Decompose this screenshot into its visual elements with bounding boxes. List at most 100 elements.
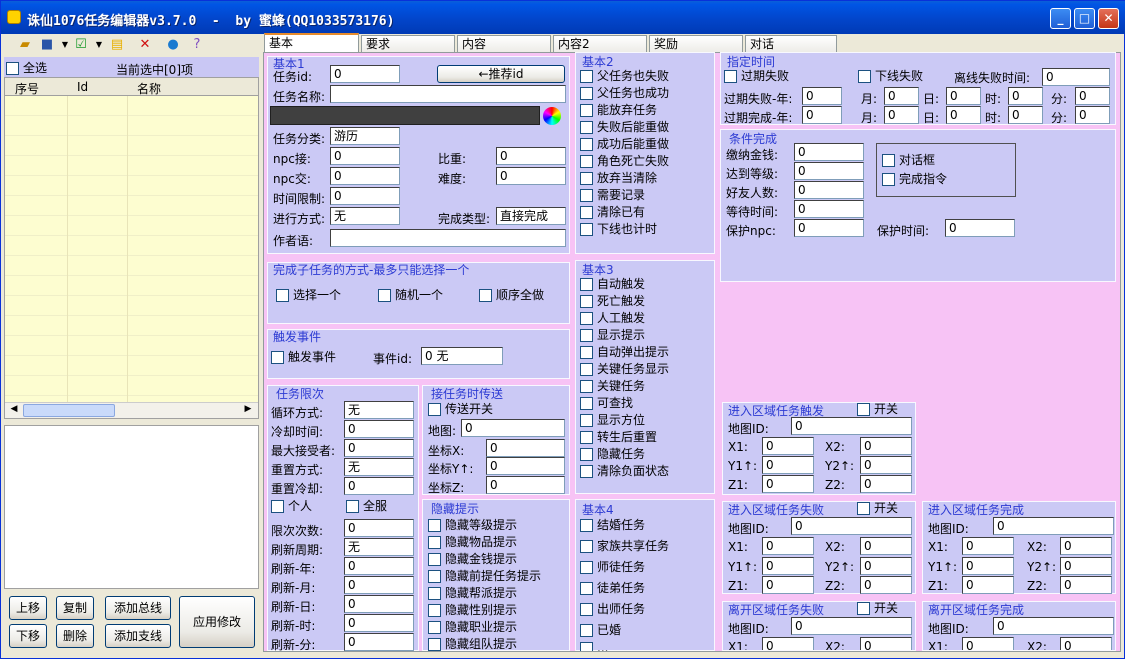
need-record-checkbox[interactable]: 需要记录 bbox=[580, 188, 645, 203]
lf-map-input[interactable]: 0 bbox=[791, 617, 912, 635]
more-checkbox[interactable]: ... bbox=[580, 641, 608, 651]
npc-turn-input[interactable]: 0 bbox=[330, 167, 400, 185]
difficulty-input[interactable]: 0 bbox=[496, 167, 566, 185]
searchable-checkbox[interactable]: 可查找 bbox=[580, 396, 633, 411]
parent-success-checkbox[interactable]: 父任务也成功 bbox=[580, 86, 669, 101]
apprentice-task-checkbox[interactable]: 徒弟任务 bbox=[580, 581, 645, 596]
scroll-left-icon[interactable]: ◀ bbox=[7, 404, 21, 417]
tab-dialog[interactable]: 对话 bbox=[745, 35, 837, 53]
hidden-task-checkbox[interactable]: 隐藏任务 bbox=[580, 447, 645, 462]
ed-z1-input[interactable]: 0 bbox=[962, 576, 1014, 594]
ed-map-input[interactable]: 0 bbox=[993, 517, 1114, 535]
et-map-input[interactable]: 0 bbox=[791, 417, 912, 435]
save-icon[interactable]: ■ bbox=[39, 37, 55, 53]
ed-x1-input[interactable]: 0 bbox=[962, 537, 1014, 555]
loop-input[interactable]: 无 bbox=[344, 401, 414, 419]
npc-recv-input[interactable]: 0 bbox=[330, 147, 400, 165]
can-abandon-checkbox[interactable]: 能放弃任务 bbox=[580, 103, 657, 118]
money-input[interactable]: 0 bbox=[794, 143, 864, 161]
tp-map-input[interactable]: 0 bbox=[461, 419, 565, 437]
col-name[interactable]: 名称 bbox=[137, 80, 161, 97]
ef-y2-input[interactable]: 0 bbox=[860, 557, 912, 575]
level-input[interactable]: 0 bbox=[794, 162, 864, 180]
minimize-button[interactable]: _ bbox=[1050, 8, 1071, 29]
marriage-task-checkbox[interactable]: 结婚任务 bbox=[580, 518, 645, 533]
ec-hour-input[interactable]: 0 bbox=[1008, 106, 1043, 124]
refresh-hour-input[interactable]: 0 bbox=[344, 614, 414, 632]
copy-button[interactable]: 复制 bbox=[56, 596, 94, 620]
tp-y-input[interactable]: 0 bbox=[486, 457, 565, 475]
offline-timing-checkbox[interactable]: 下线也计时 bbox=[580, 222, 657, 237]
refresh-day-input[interactable]: 0 bbox=[344, 595, 414, 613]
detail-box[interactable] bbox=[4, 425, 259, 589]
hide-prereq-checkbox[interactable]: 隐藏前提任务提示 bbox=[428, 569, 541, 584]
ef-day-input[interactable]: 0 bbox=[946, 87, 981, 105]
dropdown-arrow-icon[interactable]: ▼ bbox=[91, 37, 107, 53]
recommend-id-button[interactable]: ←推荐id bbox=[437, 65, 565, 83]
mode-input[interactable]: 无 bbox=[330, 207, 400, 225]
expire-fail-checkbox[interactable]: 过期失败 bbox=[724, 69, 789, 84]
task-list[interactable]: 序号 Id 名称 ◀ ▶ bbox=[4, 77, 259, 419]
protect-npc-input[interactable]: 0 bbox=[794, 219, 864, 237]
scroll-thumb[interactable] bbox=[23, 404, 115, 417]
leave-fail-toggle[interactable]: 开关 bbox=[857, 602, 898, 616]
color-picker-icon[interactable] bbox=[543, 107, 561, 125]
ef-y1-input[interactable]: 0 bbox=[762, 557, 814, 575]
et-z2-input[interactable]: 0 bbox=[860, 475, 912, 493]
hide-item-checkbox[interactable]: 隐藏物品提示 bbox=[428, 535, 517, 550]
tab-basic[interactable]: 基本 bbox=[264, 33, 359, 52]
ef-minute-input[interactable]: 0 bbox=[1075, 87, 1110, 105]
close-button[interactable]: ✕ bbox=[1098, 8, 1119, 29]
graduate-task-checkbox[interactable]: 出师任务 bbox=[580, 602, 645, 617]
subtask-choose-one[interactable]: 选择一个 bbox=[276, 288, 341, 303]
et-y2-input[interactable]: 0 bbox=[860, 456, 912, 474]
horizontal-scrollbar[interactable]: ◀ ▶ bbox=[5, 402, 258, 418]
hide-gender-checkbox[interactable]: 隐藏性别提示 bbox=[428, 603, 517, 618]
check-green-icon[interactable]: ☑ bbox=[73, 37, 89, 53]
event-id-input[interactable]: 0 无 bbox=[421, 347, 503, 365]
open-folder-icon[interactable]: ▰ bbox=[17, 37, 33, 53]
hide-money-checkbox[interactable]: 隐藏金钱提示 bbox=[428, 552, 517, 567]
ec-day-input[interactable]: 0 bbox=[946, 106, 981, 124]
friends-input[interactable]: 0 bbox=[794, 181, 864, 199]
col-index[interactable]: 序号 bbox=[15, 80, 39, 97]
count-input[interactable]: 0 bbox=[344, 519, 414, 537]
select-all-checkbox[interactable]: 全选 bbox=[6, 61, 47, 76]
key-task-show-checkbox[interactable]: 关键任务显示 bbox=[580, 362, 669, 377]
time-limit-input[interactable]: 0 bbox=[330, 187, 400, 205]
subtask-random-one[interactable]: 随机一个 bbox=[378, 288, 443, 303]
master-task-checkbox[interactable]: 师徒任务 bbox=[580, 560, 645, 575]
auto-popup-checkbox[interactable]: 自动弹出提示 bbox=[580, 345, 669, 360]
death-trigger-checkbox[interactable]: 死亡触发 bbox=[580, 294, 645, 309]
enter-trigger-toggle[interactable]: 开关 bbox=[857, 402, 898, 417]
tab-content[interactable]: 内容 bbox=[457, 35, 551, 53]
author-input[interactable] bbox=[330, 229, 566, 247]
delete-x-icon[interactable]: ✕ bbox=[137, 37, 153, 53]
ec-month-input[interactable]: 0 bbox=[884, 106, 919, 124]
auto-trigger-checkbox[interactable]: 自动触发 bbox=[580, 277, 645, 292]
apply-button[interactable]: 应用修改 bbox=[179, 596, 255, 648]
family-share-checkbox[interactable]: 家族共享任务 bbox=[580, 539, 669, 554]
key-task-checkbox[interactable]: 关键任务 bbox=[580, 379, 645, 394]
ef-map-input[interactable]: 0 bbox=[791, 517, 912, 535]
server-checkbox[interactable]: 全服 bbox=[346, 499, 387, 514]
dropdown-arrow-icon[interactable]: ▼ bbox=[57, 37, 73, 53]
refresh-year-input[interactable]: 0 bbox=[344, 557, 414, 575]
ed-z2-input[interactable]: 0 bbox=[1060, 576, 1112, 594]
help-icon[interactable]: ? bbox=[189, 37, 205, 53]
ef-year-input[interactable]: 0 bbox=[802, 87, 842, 105]
et-x2-input[interactable]: 0 bbox=[860, 437, 912, 455]
manual-trigger-checkbox[interactable]: 人工触发 bbox=[580, 311, 645, 326]
ld-map-input[interactable]: 0 bbox=[993, 617, 1114, 635]
parent-fail-checkbox[interactable]: 父任务也失败 bbox=[580, 69, 669, 84]
enter-fail-toggle[interactable]: 开关 bbox=[857, 501, 898, 516]
delete-button[interactable]: 删除 bbox=[56, 624, 94, 648]
ec-year-input[interactable]: 0 bbox=[802, 106, 842, 124]
offline-time-input[interactable]: 0 bbox=[1042, 68, 1110, 86]
check-blue-icon[interactable]: ● bbox=[165, 37, 181, 53]
maximize-button[interactable]: □ bbox=[1074, 8, 1095, 29]
et-z1-input[interactable]: 0 bbox=[762, 475, 814, 493]
death-fail-checkbox[interactable]: 角色死亡失败 bbox=[580, 154, 669, 169]
ed-y2-input[interactable]: 0 bbox=[1060, 557, 1112, 575]
add-branch-button[interactable]: 添加支线 bbox=[105, 624, 171, 648]
